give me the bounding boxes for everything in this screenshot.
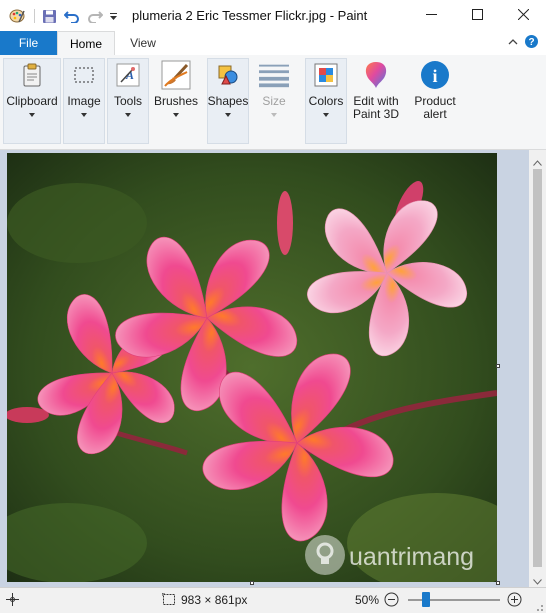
collapse-ribbon-icon[interactable]	[508, 36, 518, 50]
image-dimensions: 983 × 861px	[181, 593, 248, 607]
zoom-slider[interactable]	[408, 592, 500, 607]
save-icon[interactable]	[40, 7, 58, 25]
scroll-down-icon[interactable]	[533, 574, 542, 588]
window-title: plumeria 2 Eric Tessmer Flickr.jpg - Pai…	[132, 8, 368, 23]
help-icon[interactable]: ?	[524, 34, 539, 52]
tab-file[interactable]: File	[0, 31, 57, 55]
zoom-level: 50%	[355, 593, 380, 607]
chevron-down-icon	[81, 113, 87, 117]
status-bar: 983 × 861px 50%	[0, 587, 546, 613]
resize-handle-corner[interactable]	[496, 581, 500, 585]
line-size-icon	[259, 60, 289, 90]
separator	[31, 7, 37, 25]
edit-paint3d-label-line2: Paint 3D	[352, 107, 400, 121]
customize-dropdown-icon[interactable]	[106, 7, 120, 25]
chevron-down-icon	[173, 113, 179, 117]
zoom-in-button[interactable]	[507, 592, 522, 610]
tab-view[interactable]: View	[116, 31, 170, 55]
image-size-icon	[161, 592, 176, 609]
maximize-button[interactable]	[454, 0, 500, 31]
scroll-up-icon[interactable]	[533, 155, 542, 169]
image-button[interactable]: Image	[64, 60, 104, 117]
product-alert-label-line1: Product	[414, 94, 456, 108]
shapes-button[interactable]: Shapes	[208, 60, 248, 117]
clipboard-label: Clipboard	[6, 94, 58, 108]
brush-icon	[161, 60, 191, 90]
close-button[interactable]	[500, 0, 546, 31]
svg-text:i: i	[432, 66, 437, 86]
scroll-thumb[interactable]	[533, 169, 542, 567]
paint-app-icon[interactable]	[8, 7, 26, 25]
clipboard-icon	[17, 60, 47, 90]
image-label: Image	[67, 94, 101, 108]
shapes-label: Shapes	[207, 94, 249, 108]
resize-grip-icon[interactable]	[534, 601, 544, 615]
title-bar: plumeria 2 Eric Tessmer Flickr.jpg - Pai…	[0, 0, 546, 31]
workspace: uantrimang	[0, 150, 529, 587]
zoom-slider-thumb[interactable]	[422, 592, 430, 607]
chevron-down-icon	[323, 113, 329, 117]
redo-icon[interactable]	[86, 7, 104, 25]
chevron-down-icon	[29, 113, 35, 117]
edit-paint3d-label-line1: Edit with	[353, 94, 399, 108]
watermark-text: uantrimang	[349, 543, 474, 571]
ribbon-tabs: File Home View ?	[0, 31, 546, 56]
info-icon: i	[420, 60, 450, 90]
shapes-icon	[213, 60, 243, 90]
close-icon	[517, 8, 529, 23]
zoom-out-button[interactable]	[384, 592, 399, 610]
maximize-icon	[471, 8, 483, 23]
drawing-canvas[interactable]: uantrimang	[7, 153, 497, 582]
size-button: Size	[253, 60, 295, 117]
colors-label: Colors	[308, 94, 344, 108]
chevron-down-icon	[271, 113, 277, 117]
brushes-button[interactable]: Brushes	[151, 60, 201, 117]
select-icon	[69, 60, 99, 90]
ribbon: Clipboard Image A Tools Brushes Shapes S…	[0, 55, 546, 150]
product-alert-label: Product alert	[414, 95, 455, 121]
minimize-icon	[425, 9, 437, 23]
tab-home[interactable]: Home	[57, 31, 115, 55]
tools-label: Tools	[113, 94, 142, 108]
size-label: Size	[262, 94, 286, 108]
vertical-scrollbar[interactable]	[529, 150, 546, 587]
undo-icon[interactable]	[63, 7, 81, 25]
chevron-down-icon	[125, 113, 131, 117]
product-alert-label-line2: alert	[423, 107, 447, 121]
product-alert-button[interactable]: i Product alert	[410, 60, 460, 121]
edit-paint3d-label: Edit with Paint 3D	[353, 95, 399, 121]
minimize-button[interactable]	[408, 0, 454, 31]
colors-button[interactable]: Colors	[306, 60, 346, 117]
colors-icon	[311, 60, 341, 90]
cursor-position-icon	[6, 593, 19, 609]
tools-icon: A	[113, 60, 143, 90]
edit-with-paint3d-button[interactable]: Edit with Paint 3D	[351, 60, 401, 121]
clipboard-button[interactable]: Clipboard	[6, 60, 58, 117]
tools-button[interactable]: A Tools	[108, 60, 148, 117]
plumeria-photo: uantrimang	[7, 153, 497, 582]
brushes-label: Brushes	[153, 94, 199, 108]
chevron-down-icon	[225, 113, 231, 117]
svg-text:?: ?	[528, 37, 534, 48]
resize-handle-bottom[interactable]	[250, 581, 254, 585]
paint3d-icon	[361, 60, 391, 90]
resize-handle-right[interactable]	[496, 364, 500, 368]
